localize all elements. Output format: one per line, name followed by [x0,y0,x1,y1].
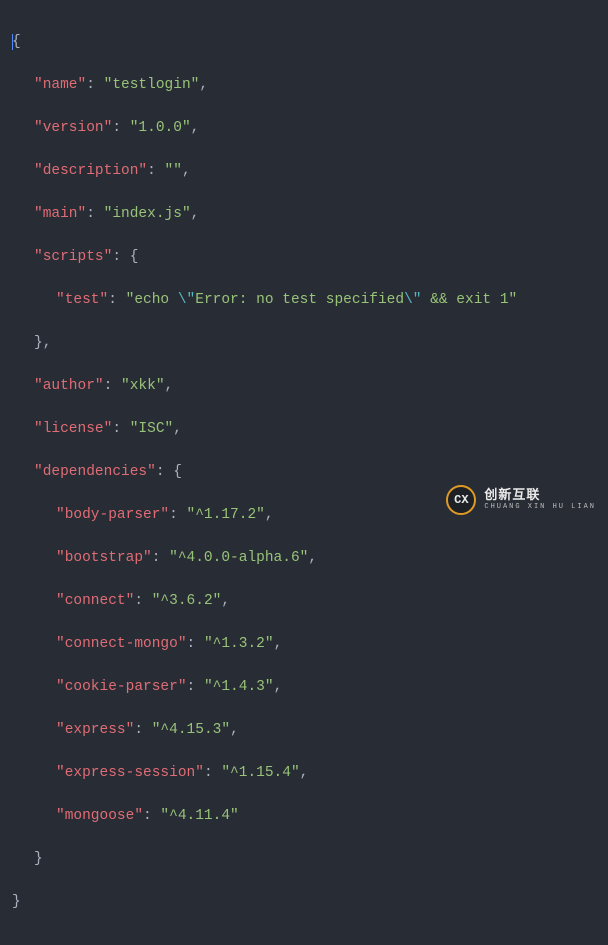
code-line: "main": "index.js", [12,204,596,226]
json-key: "test" [56,292,108,308]
json-string: "^4.11.4" [160,808,238,824]
json-string: "1.0.0" [130,120,191,136]
json-string: "^3.6.2" [152,593,222,609]
json-string: "^4.0.0-alpha.6" [169,550,308,566]
brace-close: } [34,851,43,867]
json-string: "^4.15.3" [152,722,230,738]
json-key: "mongoose" [56,808,143,824]
json-string: "^1.4.3" [204,679,274,695]
json-key: "connect" [56,593,134,609]
json-key: "express-session" [56,765,204,781]
json-string: "xkk" [121,378,165,394]
code-line: "connect-mongo": "^1.3.2", [12,634,596,656]
json-key: "body-parser" [56,507,169,523]
code-line: { [12,32,596,54]
brace-close: }, [34,335,51,351]
code-line: } [12,892,596,914]
json-key: "cookie-parser" [56,679,187,695]
brace-open: { [12,34,21,50]
code-line: } [12,849,596,871]
escape-sequence: \" [178,292,195,308]
json-string: "echo [126,292,178,308]
code-line: "bootstrap": "^4.0.0-alpha.6", [12,548,596,570]
code-line: "connect": "^3.6.2", [12,591,596,613]
code-line: "version": "1.0.0", [12,118,596,140]
code-line: "cookie-parser": "^1.4.3", [12,677,596,699]
code-line: "scripts": { [12,247,596,269]
json-key: "express" [56,722,134,738]
code-line: "dependencies": { [12,462,596,484]
json-string: "^1.15.4" [221,765,299,781]
logo-icon: CX [446,485,476,515]
code-editor[interactable]: { "name": "testlogin", "version": "1.0.0… [0,0,608,945]
code-line: }, [12,333,596,355]
json-string: "^1.17.2" [187,507,265,523]
code-line: "description": "", [12,161,596,183]
logo-subtitle: CHUANG XIN HU LIAN [484,504,596,512]
json-key: "bootstrap" [56,550,152,566]
json-key: "name" [34,77,86,93]
code-line: "license": "ISC", [12,419,596,441]
code-line: "test": "echo \"Error: no test specified… [12,290,596,312]
brace-close: } [12,894,21,910]
watermark-logo: CX 创新互联 CHUANG XIN HU LIAN [446,485,596,515]
logo-title: 创新互联 [484,489,596,503]
json-key: "connect-mongo" [56,636,187,652]
json-string: "" [165,163,182,179]
json-key: "description" [34,163,147,179]
json-key: "dependencies" [34,464,156,480]
code-line: "mongoose": "^4.11.4" [12,806,596,828]
json-string: "index.js" [104,206,191,222]
code-line: "author": "xkk", [12,376,596,398]
json-string: "testlogin" [104,77,200,93]
json-key: "main" [34,206,86,222]
escape-sequence: \" [404,292,421,308]
json-string: "^1.3.2" [204,636,274,652]
code-line: "name": "testlogin", [12,75,596,97]
code-line: "express-session": "^1.15.4", [12,763,596,785]
json-key: "version" [34,120,112,136]
json-string: "ISC" [130,421,174,437]
json-key: "scripts" [34,249,112,265]
json-key: "license" [34,421,112,437]
code-line: "express": "^4.15.3", [12,720,596,742]
json-key: "author" [34,378,104,394]
